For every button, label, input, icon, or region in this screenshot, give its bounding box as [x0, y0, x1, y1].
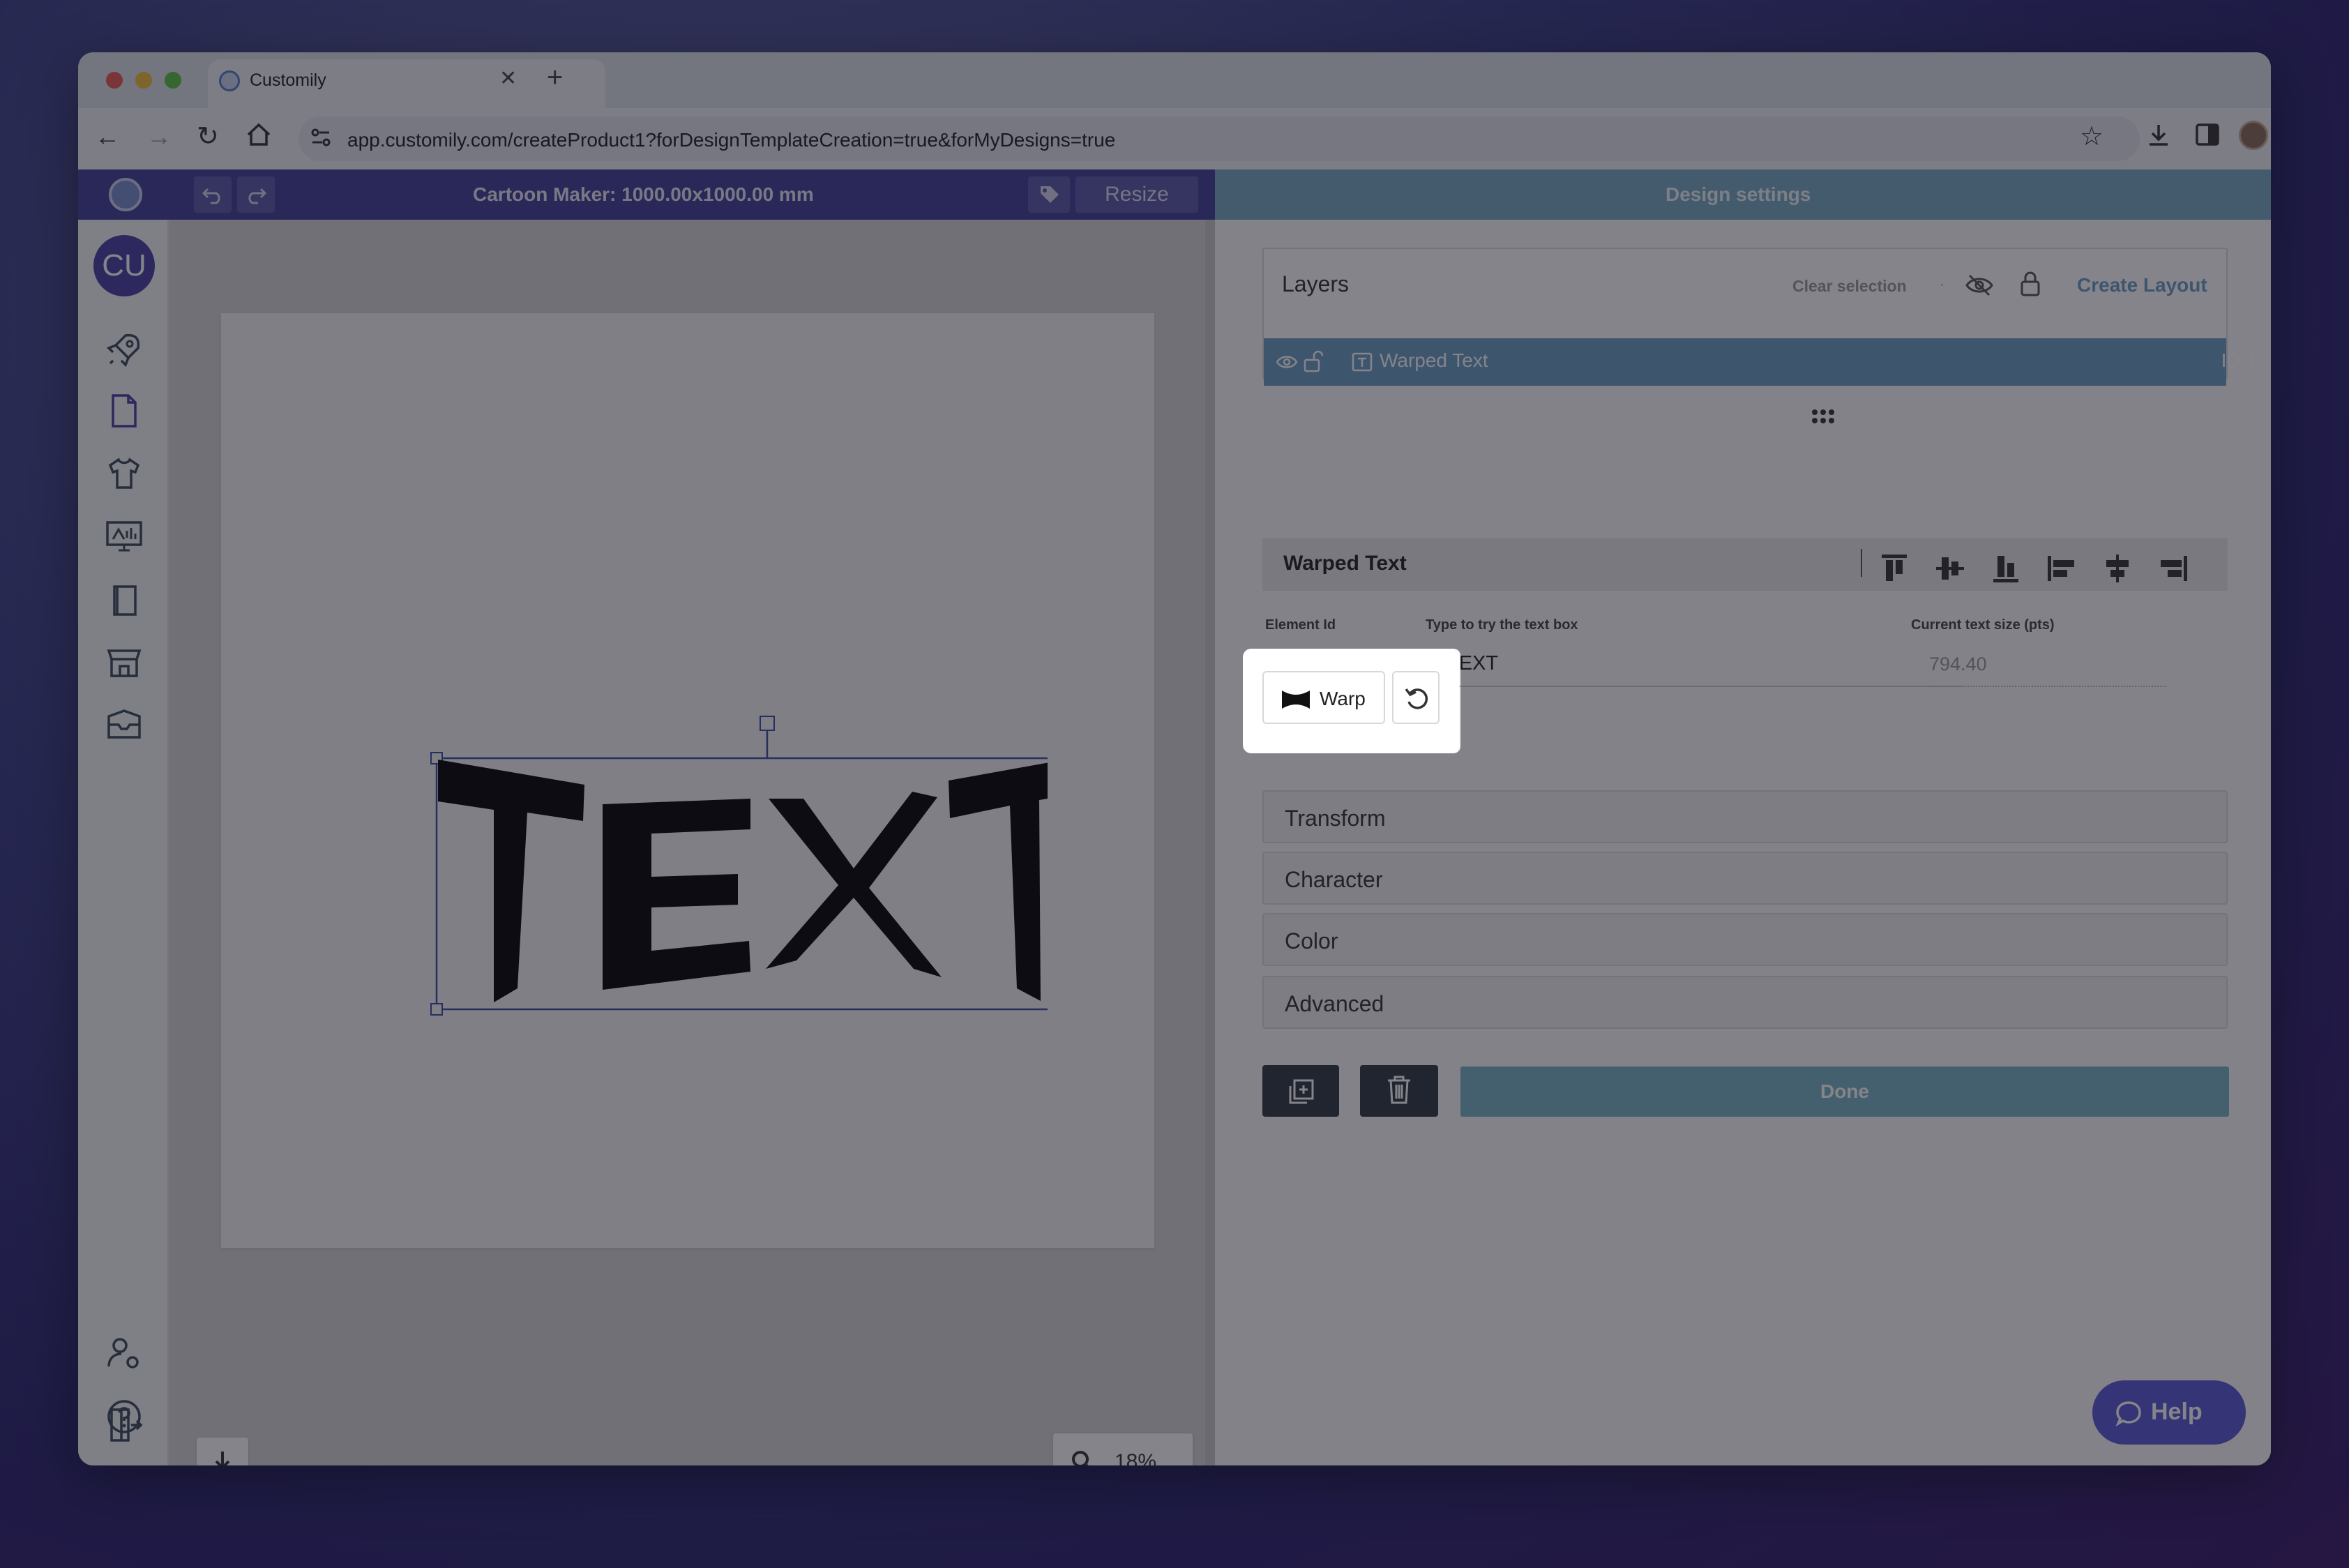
- align-middle-icon[interactable]: [1933, 552, 1967, 585]
- profile-avatar[interactable]: [2239, 121, 2268, 150]
- file-icon[interactable]: [105, 391, 144, 430]
- monitor-design-icon[interactable]: [105, 517, 144, 556]
- layer-name: Warped Text: [1380, 349, 1488, 371]
- separator-dot: ·: [1939, 273, 1946, 294]
- warp-button[interactable]: Warp: [1262, 671, 1385, 724]
- delete-button[interactable]: [1360, 1065, 1438, 1117]
- color-section-label: Color: [1285, 928, 1338, 953]
- character-section[interactable]: Character: [1262, 852, 2228, 905]
- zoom-search-icon: [1072, 1451, 1089, 1465]
- book-icon[interactable]: [105, 580, 144, 619]
- download-canvas-button[interactable]: [197, 1438, 248, 1465]
- drag-handle-icon[interactable]: [1809, 407, 1837, 426]
- bookmark-star-icon[interactable]: ☆: [2080, 121, 2103, 152]
- back-arrow-icon[interactable]: ←: [95, 122, 120, 151]
- warp-arc-icon: [1282, 691, 1310, 709]
- align-bottom-icon[interactable]: [1989, 552, 2023, 585]
- advanced-section-label: Advanced: [1285, 991, 1384, 1016]
- design-settings-title: Design settings: [1666, 183, 1811, 205]
- redo-button[interactable]: [237, 176, 275, 213]
- transform-section[interactable]: Transform: [1262, 790, 2228, 843]
- duplicate-button[interactable]: [1262, 1065, 1339, 1117]
- logout-icon[interactable]: [105, 1460, 144, 1465]
- align-toolbar: [1878, 538, 2226, 591]
- reset-icon: [1405, 688, 1428, 709]
- left-sidebar: CU: [78, 220, 169, 1465]
- customily-favicon-icon: [219, 70, 240, 91]
- zoom-level: 18%: [1115, 1450, 1157, 1465]
- document-title: Cartoon Maker: 1000.00x1000.00 mm: [473, 183, 814, 205]
- advanced-section[interactable]: Advanced: [1262, 976, 2228, 1029]
- reset-warp-button[interactable]: [1392, 671, 1440, 724]
- transform-section-label: Transform: [1285, 806, 1386, 831]
- glyph-e: [603, 799, 750, 990]
- glyph-t1: [438, 760, 584, 1002]
- warp-label: Warp: [1320, 688, 1366, 709]
- glyph-x: [766, 792, 942, 977]
- text-input[interactable]: [1424, 644, 1964, 687]
- side-panel-icon[interactable]: [2196, 123, 2219, 146]
- help-button[interactable]: Help: [2092, 1380, 2246, 1445]
- align-right-icon[interactable]: [2157, 552, 2190, 585]
- new-tab-icon[interactable]: +: [547, 62, 563, 93]
- tab-title: Customily: [250, 70, 326, 90]
- close-tab-icon[interactable]: ✕: [499, 66, 517, 91]
- chat-bubble-icon: [2115, 1401, 2141, 1427]
- done-button[interactable]: Done: [1460, 1066, 2229, 1117]
- text-input-underline: [1424, 686, 1964, 687]
- canvas-scrollbar[interactable]: [1205, 220, 1215, 1465]
- download-icon[interactable]: [2145, 122, 2172, 149]
- resize-button[interactable]: Resize: [1075, 176, 1198, 213]
- user-settings-icon[interactable]: [105, 1334, 144, 1373]
- character-section-label: Character: [1285, 867, 1383, 892]
- customily-app: Cartoon Maker: 1000.00x1000.00 mm Resize…: [78, 169, 2271, 1465]
- layer-unlock-icon[interactable]: [1303, 349, 1324, 373]
- close-window-icon[interactable]: [106, 72, 123, 89]
- layer-text-type-icon: [1352, 352, 1373, 372]
- forward-arrow-icon[interactable]: →: [146, 122, 172, 151]
- layer-eye-icon[interactable]: [1275, 351, 1299, 373]
- eye-hidden-icon[interactable]: [1964, 273, 1995, 298]
- align-top-icon[interactable]: [1878, 552, 1911, 585]
- help-label: Help: [2151, 1399, 2203, 1425]
- zoom-control[interactable]: 18%: [1053, 1433, 1193, 1465]
- text-size-underline: [1929, 686, 2166, 687]
- element-header-title: Warped Text: [1283, 552, 1407, 575]
- element-id-label: Element Id: [1265, 617, 1336, 633]
- reload-icon[interactable]: ↻: [197, 121, 219, 152]
- user-avatar[interactable]: CU: [93, 235, 155, 296]
- resize-handle-bl[interactable]: [430, 1003, 443, 1016]
- tshirt-icon[interactable]: [105, 454, 144, 493]
- rotate-handle[interactable]: [760, 716, 775, 731]
- tag-button[interactable]: [1028, 176, 1070, 213]
- maximize-window-icon[interactable]: [165, 72, 181, 89]
- text-size-label: Current text size (pts): [1911, 617, 2055, 633]
- layers-title: Layers: [1282, 271, 1350, 296]
- store-icon[interactable]: [105, 642, 144, 681]
- text-size-value: 794.40: [1929, 654, 1987, 674]
- align-center-icon[interactable]: [2101, 552, 2134, 585]
- minimize-window-icon[interactable]: [135, 72, 152, 89]
- color-section[interactable]: Color: [1262, 913, 2228, 966]
- align-left-icon[interactable]: [2045, 552, 2078, 585]
- layer-id: ID 1: [2221, 349, 2257, 371]
- customily-logo-icon[interactable]: [109, 178, 142, 211]
- rocket-icon[interactable]: [105, 330, 144, 369]
- url-text: app.customily.com/createProduct1?forDesi…: [347, 129, 1116, 151]
- home-icon[interactable]: [246, 122, 272, 147]
- undo-button[interactable]: [194, 176, 232, 213]
- browser-window: Customily ✕ + ← → ↻ app.customily.com/cr…: [78, 52, 2271, 1465]
- exit-door-icon[interactable]: [105, 1405, 144, 1445]
- site-settings-icon[interactable]: [308, 125, 333, 150]
- create-layout-link[interactable]: Create Layout: [2077, 274, 2207, 296]
- header-divider: [1861, 549, 1862, 577]
- glyph-t2: [949, 762, 1048, 1001]
- text-input-label: Type to try the text box: [1426, 617, 1578, 633]
- inbox-icon[interactable]: [105, 705, 144, 744]
- clear-selection-link[interactable]: Clear selection: [1792, 277, 1907, 296]
- lock-icon[interactable]: [2018, 270, 2042, 298]
- warped-text-element[interactable]: [350, 681, 1048, 1030]
